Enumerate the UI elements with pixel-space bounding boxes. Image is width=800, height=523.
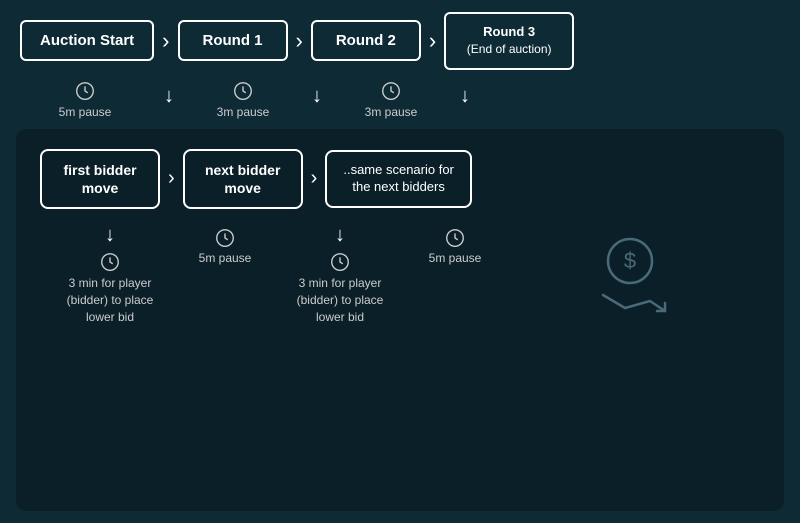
down-arrow-2: ↓ (312, 86, 322, 106)
arrow-2: › (288, 28, 311, 54)
clock-icon-2 (232, 80, 254, 102)
money-icon-area: $ (500, 225, 760, 325)
pause-row: 5m pause ↓ 3m pause ↓ 3m pause (16, 80, 784, 119)
arrow-1: › (154, 28, 177, 54)
stage-round3: Round 3(End of auction) (444, 12, 574, 70)
arrow-3: › (421, 28, 444, 54)
down-arrow-1: ↓ (164, 86, 174, 106)
pause-label-1: 5m pause (59, 105, 112, 119)
clock-icon-detail-2 (329, 251, 351, 273)
clock-icon-detail-1 (99, 251, 121, 273)
first-bidder-box: first biddermove (40, 149, 160, 209)
stage-round1: Round 1 (178, 20, 288, 61)
detail-timer-2: 3 min for player(bidder) to placelower b… (297, 275, 384, 325)
clock-icon-3 (380, 80, 402, 102)
down-arrow-3: ↓ (460, 86, 470, 106)
clock-icon-pause-b2 (444, 227, 466, 249)
dollar-trend-icon: $ (585, 233, 675, 318)
scenario-box: ..same scenario forthe next bidders (325, 150, 472, 208)
pause-label-2: 3m pause (217, 105, 270, 119)
stage-round2: Round 2 (311, 20, 421, 61)
bidder-arrow-2: › (303, 167, 326, 190)
clock-icon-pause-b1 (214, 227, 236, 249)
detail-timer-1: 3 min for player(bidder) to placelower b… (67, 275, 154, 325)
svg-text:$: $ (624, 248, 636, 273)
clock-icon-1 (74, 80, 96, 102)
bidder-arrow-1: › (160, 167, 183, 190)
pause-b2-label: 5m pause (429, 251, 482, 265)
stage-auction-start: Auction Start (20, 20, 154, 61)
next-bidder-box: next biddermove (183, 149, 303, 209)
bidder-flow: first biddermove › next biddermove › ..s… (40, 149, 760, 209)
detail-down-1: ↓ (105, 225, 115, 245)
top-flow: Auction Start › Round 1 › Round 2 › Roun… (16, 12, 784, 70)
details-row: ↓ 3 min for player(bidder) to placelower… (40, 225, 760, 325)
pause-b1-label: 5m pause (199, 251, 252, 265)
main-wrapper: Auction Start › Round 1 › Round 2 › Roun… (0, 0, 800, 523)
detail-down-2: ↓ (335, 225, 345, 245)
pause-label-3: 3m pause (365, 105, 418, 119)
bottom-section: first biddermove › next biddermove › ..s… (16, 129, 784, 511)
